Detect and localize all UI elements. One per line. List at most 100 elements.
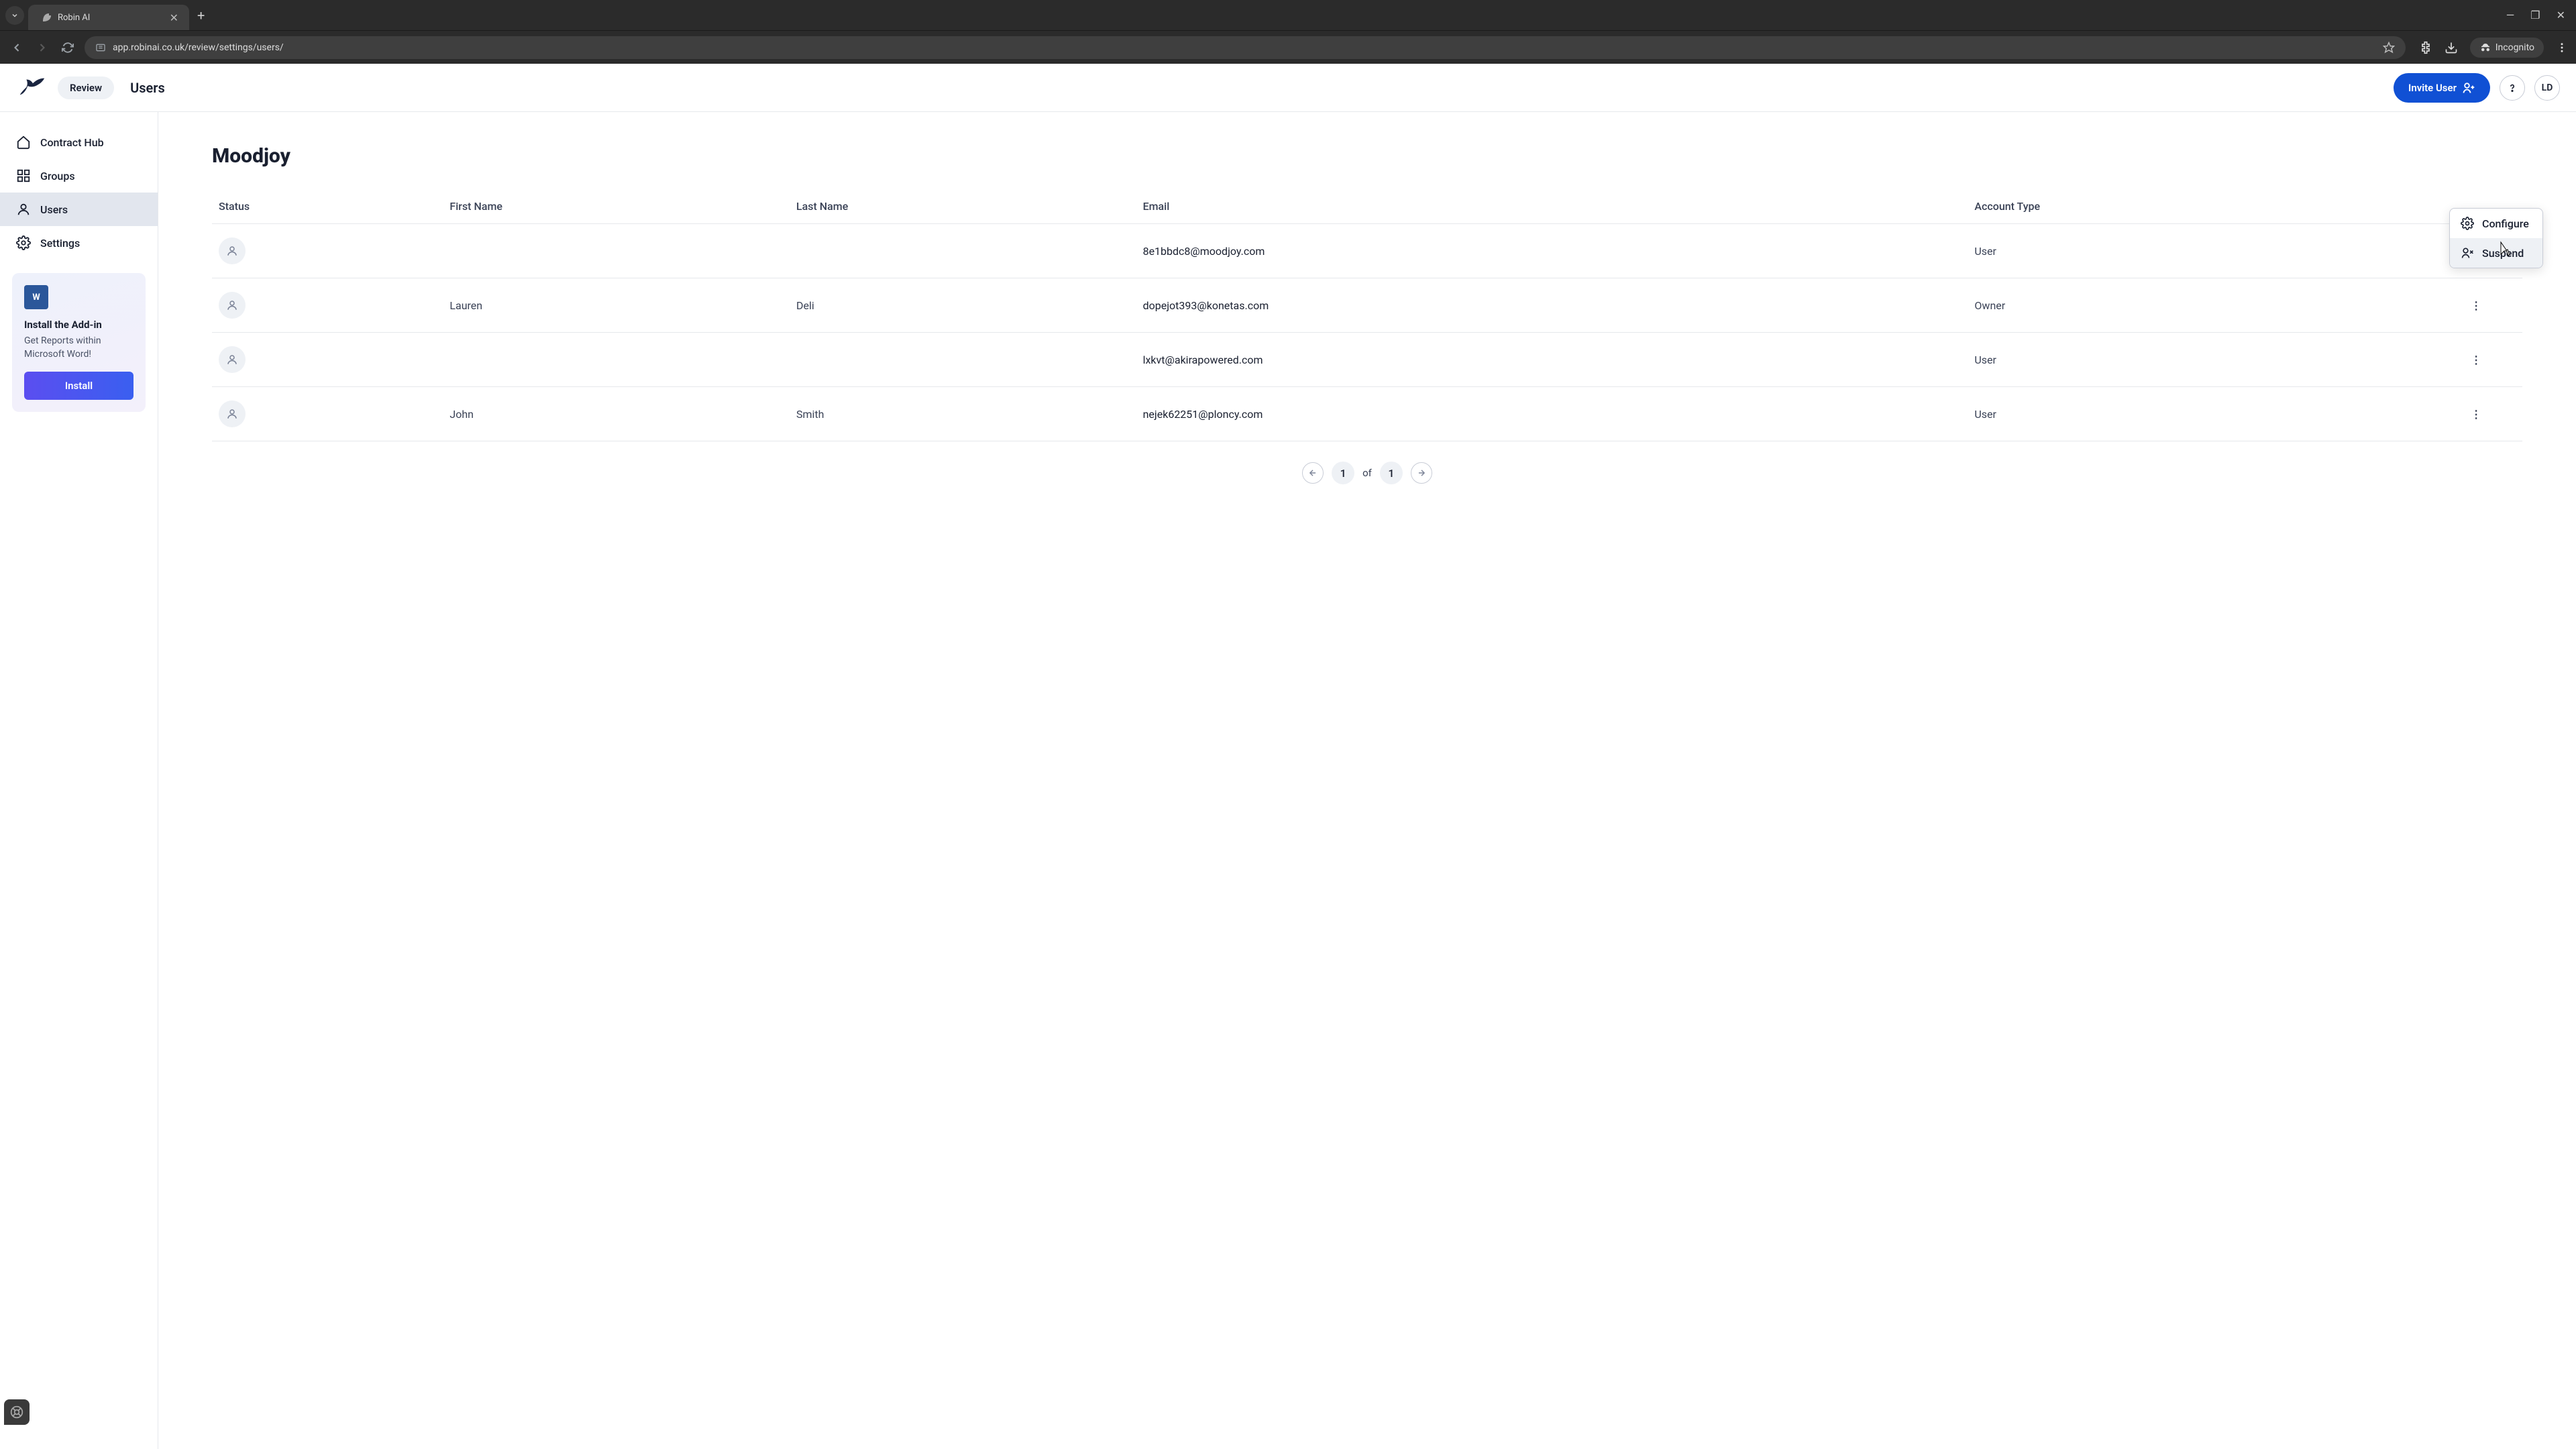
invite-user-label: Invite User <box>2408 82 2457 94</box>
cell-account-type: User <box>1968 333 2430 387</box>
cell-email: nejek62251@ploncy.com <box>1136 387 1968 441</box>
sidebar-item-settings[interactable]: Settings <box>0 226 158 260</box>
user-icon <box>226 245 238 257</box>
chrome-menu-icon[interactable] <box>2556 42 2568 54</box>
pagination: 1 of 1 <box>212 462 2522 484</box>
gear-icon <box>2461 217 2474 230</box>
window-controls: — ❐ ✕ <box>2506 9 2571 21</box>
column-header-last-name: Last Name <box>790 192 1136 224</box>
sidebar: Contract Hub Groups Users Settings W Ins… <box>0 112 158 1449</box>
pagination-prev-button[interactable] <box>1302 462 1324 484</box>
main-content: Moodjoy Status First Name Last Name Emai… <box>158 112 2576 1449</box>
row-actions-button[interactable]: ⋮ <box>2430 278 2522 333</box>
user-icon <box>16 202 31 217</box>
browser-tab-bar: Robin AI ✕ + — ❐ ✕ <box>0 0 2576 30</box>
incognito-badge[interactable]: Incognito <box>2470 38 2544 58</box>
arrow-right-icon <box>1417 468 1426 478</box>
new-tab-button[interactable]: + <box>197 7 205 23</box>
user-status-avatar <box>219 292 246 319</box>
dropdown-suspend[interactable]: Suspend <box>2450 238 2542 268</box>
tab-title: Robin AI <box>58 13 163 23</box>
grid-icon <box>16 168 31 183</box>
cell-first-name <box>443 333 790 387</box>
cell-email: lxkvt@akirapowered.com <box>1136 333 1968 387</box>
word-icon: W <box>24 285 48 309</box>
cell-first-name: Lauren <box>443 278 790 333</box>
url-text: app.robinai.co.uk/review/settings/users/ <box>113 42 284 53</box>
favicon-feather-icon <box>39 11 51 23</box>
forward-button[interactable] <box>34 39 51 56</box>
sidebar-item-groups[interactable]: Groups <box>0 159 158 193</box>
user-status-avatar <box>219 346 246 373</box>
support-fab[interactable] <box>4 1399 30 1425</box>
row-actions-button[interactable]: ⋮ <box>2430 333 2522 387</box>
sidebar-item-contract-hub[interactable]: Contract Hub <box>0 125 158 159</box>
back-button[interactable] <box>8 39 25 56</box>
incognito-icon <box>2479 42 2491 54</box>
addon-title: Install the Add-in <box>24 319 133 331</box>
address-bar[interactable]: app.robinai.co.uk/review/settings/users/ <box>85 36 2406 59</box>
pagination-current: 1 <box>1332 462 1354 484</box>
user-status-avatar <box>219 237 246 264</box>
dropdown-suspend-label: Suspend <box>2482 247 2524 260</box>
robin-logo-icon[interactable] <box>16 76 47 99</box>
pagination-next-button[interactable] <box>1411 462 1432 484</box>
pagination-of-label: of <box>1362 467 1372 479</box>
table-row: 8e1bbdc8@moodjoy.com User ⋮ <box>212 224 2522 278</box>
incognito-label: Incognito <box>2496 42 2534 53</box>
invite-user-button[interactable]: Invite User <box>2394 73 2490 103</box>
row-actions-button[interactable]: ⋮ <box>2430 387 2522 441</box>
addon-card: W Install the Add-in Get Reports within … <box>12 273 146 412</box>
cell-account-type: User <box>1968 387 2430 441</box>
browser-nav-bar: app.robinai.co.uk/review/settings/users/… <box>0 30 2576 64</box>
row-actions-dropdown: Configure Suspend <box>2449 208 2543 268</box>
install-addon-button[interactable]: Install <box>24 372 133 400</box>
minimize-icon[interactable]: — <box>2506 9 2515 21</box>
user-plus-icon <box>2462 81 2475 95</box>
extensions-icon[interactable] <box>2419 41 2432 54</box>
column-header-email: Email <box>1136 192 1968 224</box>
lifebuoy-icon <box>10 1405 23 1419</box>
column-header-account-type: Account Type <box>1968 192 2430 224</box>
dropdown-configure[interactable]: Configure <box>2450 209 2542 238</box>
cell-first-name: John <box>443 387 790 441</box>
home-icon <box>16 135 31 150</box>
sidebar-item-label: Contract Hub <box>40 136 104 149</box>
cell-last-name: Deli <box>790 278 1136 333</box>
review-nav-pill[interactable]: Review <box>58 76 114 99</box>
close-tab-icon[interactable]: ✕ <box>170 11 178 24</box>
addon-subtitle: Get Reports within Microsoft Word! <box>24 335 133 361</box>
cell-email: dopejot393@konetas.com <box>1136 278 1968 333</box>
cell-account-type: Owner <box>1968 278 2430 333</box>
cell-last-name: Smith <box>790 387 1136 441</box>
column-header-status: Status <box>212 192 443 224</box>
question-icon <box>2506 82 2518 94</box>
column-header-first-name: First Name <box>443 192 790 224</box>
user-icon <box>226 354 238 366</box>
user-avatar[interactable]: LD <box>2534 75 2560 101</box>
sidebar-item-label: Groups <box>40 170 75 182</box>
site-settings-icon <box>95 42 106 53</box>
help-button[interactable] <box>2500 75 2525 101</box>
arrow-left-icon <box>1308 468 1318 478</box>
bookmark-star-icon[interactable] <box>2383 42 2395 54</box>
downloads-icon[interactable] <box>2445 41 2458 54</box>
sidebar-item-users[interactable]: Users <box>0 193 158 226</box>
table-row: John Smith nejek62251@ploncy.com User ⋮ <box>212 387 2522 441</box>
maximize-icon[interactable]: ❐ <box>2530 9 2540 21</box>
cell-last-name <box>790 224 1136 278</box>
cell-account-type: User <box>1968 224 2430 278</box>
page-title: Users <box>130 80 165 96</box>
browser-tab[interactable]: Robin AI ✕ <box>28 5 189 30</box>
tab-list-dropdown[interactable] <box>5 6 24 25</box>
close-window-icon[interactable]: ✕ <box>2557 9 2565 21</box>
user-x-icon <box>2461 246 2474 260</box>
cell-last-name <box>790 333 1136 387</box>
organization-title: Moodjoy <box>212 144 2522 168</box>
app-header: Review Users Invite User LD <box>0 64 2576 112</box>
cell-first-name <box>443 224 790 278</box>
gear-icon <box>16 235 31 250</box>
table-row: Lauren Deli dopejot393@konetas.com Owner… <box>212 278 2522 333</box>
chevron-down-icon <box>11 11 19 19</box>
reload-button[interactable] <box>59 39 76 56</box>
